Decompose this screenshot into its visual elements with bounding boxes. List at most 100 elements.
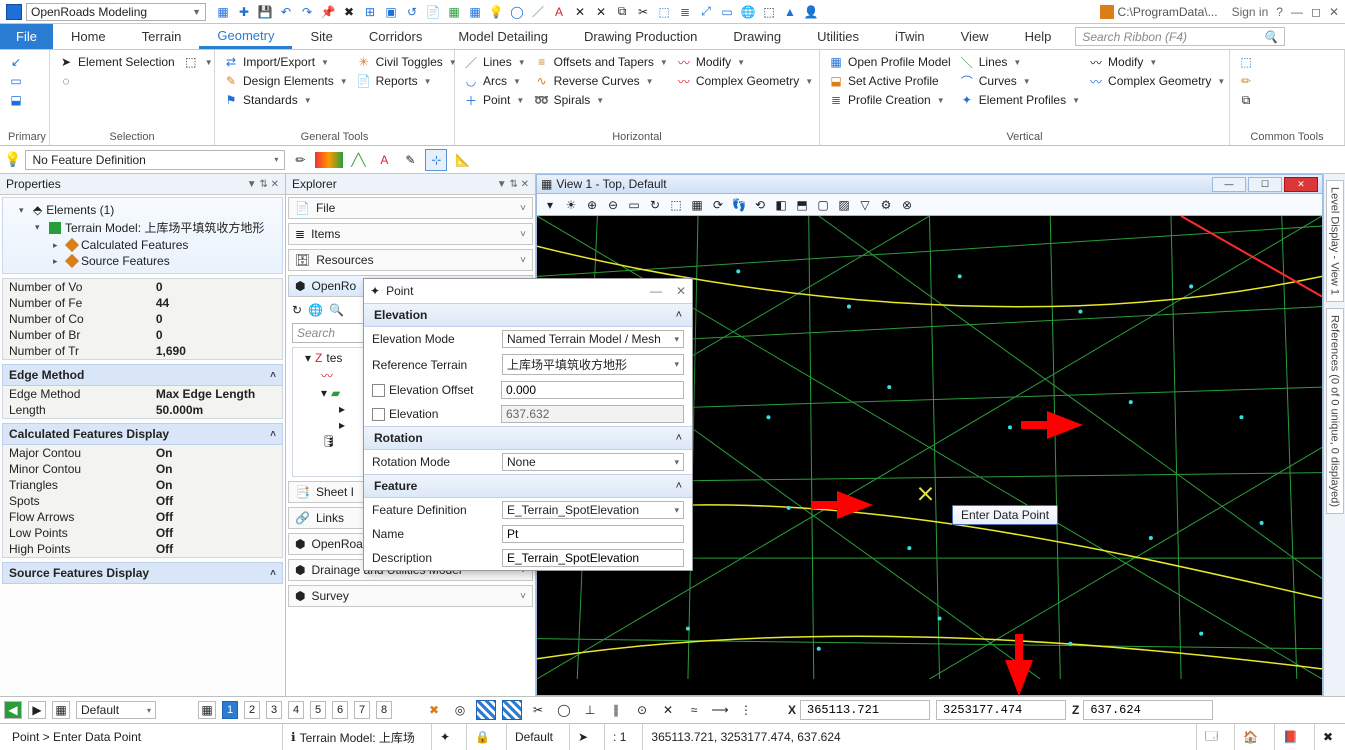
accu-tool[interactable]: ⟶ — [710, 700, 730, 720]
qat-icon[interactable]: ↺ — [403, 3, 421, 21]
common-tool-3[interactable]: ⧉ — [1238, 92, 1254, 108]
level-cell[interactable]: Default — [506, 724, 561, 750]
accu-tool[interactable]: ⊙ — [632, 700, 652, 720]
view-maximize[interactable]: ☐ — [1248, 177, 1282, 192]
exp-tool[interactable]: ↻ — [292, 303, 302, 317]
reference-terrain-combo[interactable]: 上库场平填筑收方地形▾ — [502, 354, 684, 375]
view-tool[interactable]: ▾ — [541, 198, 559, 212]
grid-icon-2[interactable] — [502, 700, 522, 720]
view-tool[interactable]: ↻ — [646, 198, 664, 212]
grid-icon[interactable] — [476, 700, 496, 720]
status-icon[interactable]: ✖ — [1314, 724, 1341, 750]
nav-prev-button[interactable]: ◀ — [4, 701, 22, 719]
grid-row[interactable]: SpotsOff — [3, 493, 282, 509]
search-ribbon-input[interactable]: Search Ribbon (F4) 🔍 — [1075, 27, 1285, 46]
grid-row[interactable]: High PointsOff — [3, 541, 282, 557]
qat-icon[interactable]: ✖ — [340, 3, 358, 21]
locks-cell[interactable]: 🔒 — [466, 724, 498, 750]
minimize-button[interactable]: — — [1291, 5, 1303, 19]
name-input[interactable] — [502, 525, 684, 543]
references-tab[interactable]: References (0 of 0 unique, 0 displayed) — [1326, 308, 1344, 514]
snap-icon[interactable]: ◎ — [450, 700, 470, 720]
view-tool[interactable]: ▦ — [688, 198, 706, 212]
selection-tool-2[interactable]: ◌ — [58, 73, 175, 89]
arcs-button[interactable]: ◡Arcs▼ — [463, 73, 526, 89]
qat-icon[interactable]: ✕ — [571, 3, 589, 21]
view-tool[interactable]: ▭ — [625, 198, 643, 212]
view-groups-button[interactable]: ▦ — [198, 701, 216, 719]
view-tool[interactable]: ▨ — [835, 198, 853, 212]
model-icon[interactable]: ▦ — [52, 701, 70, 719]
accu-tool[interactable]: ◯ — [554, 700, 574, 720]
view-tool[interactable]: ◧ — [772, 198, 790, 212]
accu-tool[interactable]: ✂ — [528, 700, 548, 720]
status-icon[interactable]: 🗔 — [1196, 724, 1226, 750]
qat-bulb-icon[interactable]: 💡 — [487, 3, 505, 21]
view-toggle-3[interactable]: 3 — [266, 701, 282, 719]
snap-cell[interactable]: ✦ — [431, 724, 458, 750]
qat-pin-icon[interactable]: 📌 — [319, 3, 337, 21]
tree-node-source[interactable]: ▸Source Features — [9, 253, 276, 269]
restore-button[interactable]: ◻ — [1311, 5, 1321, 19]
featbar-tool[interactable] — [315, 152, 343, 168]
feature-definition-dropdown[interactable]: No Feature Definition ▾ — [25, 150, 285, 170]
qat-icon[interactable]: ✚ — [235, 3, 253, 21]
tab-model-detailing[interactable]: Model Detailing — [440, 24, 566, 49]
expand-icon[interactable]: ▸ — [339, 418, 345, 432]
grid-row[interactable]: Major ContouOn — [3, 445, 282, 461]
view-toggle-7[interactable]: 7 — [354, 701, 370, 719]
qat-icon[interactable]: A — [550, 3, 568, 21]
accu-tool[interactable]: ✕ — [658, 700, 678, 720]
view-tool[interactable]: ⊗ — [898, 198, 916, 212]
point-button[interactable]: ＋Point▼ — [463, 92, 526, 108]
view-titlebar[interactable]: ▦ View 1 - Top, Default — ☐ ✕ — [536, 174, 1323, 194]
modify-button[interactable]: 〰Modify▼ — [676, 54, 813, 70]
close-button[interactable]: ✕ — [1329, 5, 1339, 19]
qat-icon[interactable]: 🌐 — [739, 3, 757, 21]
reports-button[interactable]: 📄Reports▼ — [356, 73, 457, 89]
y-coord-input[interactable] — [936, 700, 1066, 720]
lines-button[interactable]: ／Lines▼ — [463, 54, 526, 70]
qat-icon[interactable]: 📄 — [424, 3, 442, 21]
tab-corridors[interactable]: Corridors — [351, 24, 440, 49]
expand-icon[interactable]: ▸ — [339, 402, 345, 416]
view-tool[interactable]: ⊖ — [604, 198, 622, 212]
tree-node-elements[interactable]: ▾⬘Elements (1) — [9, 202, 276, 218]
spirals-button[interactable]: ➿Spirals▼ — [534, 92, 668, 108]
rotation-section-header[interactable]: Rotation˄ — [364, 426, 692, 450]
qat-icon[interactable]: ⧉ — [613, 3, 631, 21]
bulb-icon[interactable]: 💡 — [4, 151, 21, 168]
exp-tool[interactable]: 🔍 — [329, 303, 344, 317]
standards-button[interactable]: ⚑Standards▼ — [223, 92, 348, 108]
primary-tool-3[interactable]: ⬓ — [8, 92, 24, 108]
view-tool[interactable]: ⬚ — [667, 198, 685, 212]
help-icon[interactable]: ? — [1276, 5, 1283, 19]
grid-row[interactable]: Minor ContouOn — [3, 461, 282, 477]
elevation-offset-input[interactable] — [501, 381, 684, 399]
tab-terrain[interactable]: Terrain — [124, 24, 200, 49]
elevation-checkbox[interactable] — [372, 408, 385, 421]
view-toggle-8[interactable]: 8 — [376, 701, 392, 719]
tab-geometry[interactable]: Geometry — [199, 24, 292, 49]
view-tool[interactable]: ▽ — [856, 198, 874, 212]
exp-tool[interactable]: 🌐 — [308, 303, 323, 317]
qat-icon[interactable]: ⊞ — [361, 3, 379, 21]
element-profiles-button[interactable]: ✦Element Profiles▼ — [959, 92, 1080, 108]
v-modify-button[interactable]: 〰Modify▼ — [1088, 54, 1225, 70]
view-tool[interactable]: ▢ — [814, 198, 832, 212]
panel-controls[interactable]: ▼ ⇅ ✕ — [497, 179, 529, 190]
explorer-survey[interactable]: ⬢Survey˅ — [288, 585, 533, 607]
qat-icon[interactable]: ◯ — [508, 3, 526, 21]
v-complex-button[interactable]: 〰Complex Geometry▼ — [1088, 73, 1225, 89]
view-toggle-1[interactable]: 1 — [222, 701, 238, 719]
design-elements-button[interactable]: ✎Design Elements▼ — [223, 73, 348, 89]
scale-cell[interactable]: : 1 — [604, 724, 634, 750]
collapse-icon[interactable]: ▾ — [19, 205, 29, 216]
profile-creation-button[interactable]: ≣Profile Creation▼ — [828, 92, 951, 108]
view-toggle-2[interactable]: 2 — [244, 701, 260, 719]
tab-site[interactable]: Site — [292, 24, 350, 49]
import-export-button[interactable]: ⇄Import/Export▼ — [223, 54, 348, 70]
civil-toggles-button[interactable]: ✳Civil Toggles▼ — [356, 54, 457, 70]
qat-icon[interactable]: ▦ — [214, 3, 232, 21]
workflow-dropdown[interactable]: OpenRoads Modeling ▼ — [26, 3, 206, 21]
